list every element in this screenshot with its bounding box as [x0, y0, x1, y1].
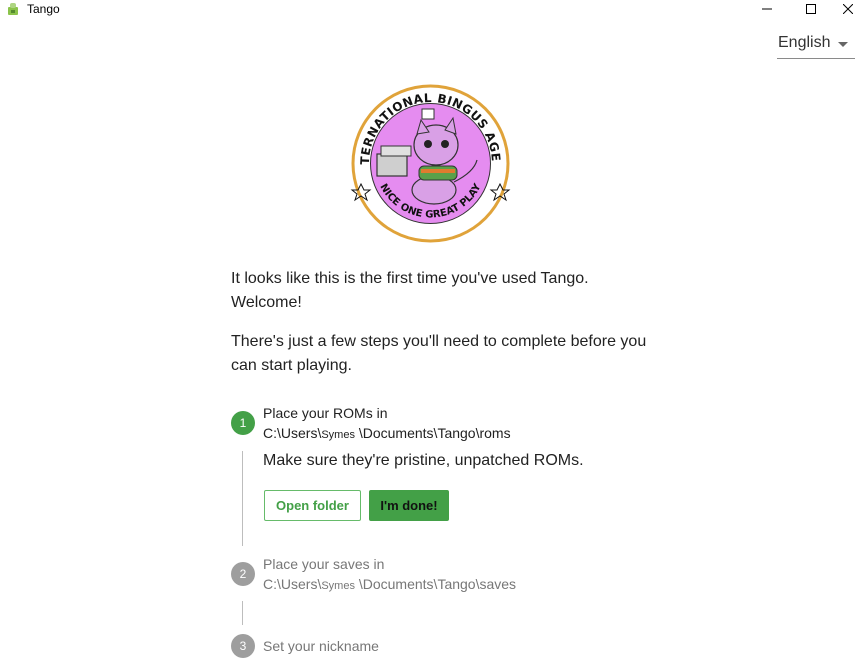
steps-intro-text: There's just a few steps you'll need to …: [231, 333, 647, 374]
path-prefix: C:\Users\: [263, 576, 322, 592]
close-icon: [843, 4, 853, 14]
close-button[interactable]: [832, 0, 864, 18]
maximize-button[interactable]: [788, 0, 834, 18]
minimize-icon: [762, 8, 772, 10]
language-select[interactable]: English: [777, 30, 855, 59]
tango-app-icon: [8, 3, 18, 15]
step-2-path: C:\Users\Symes \Documents\Tango\saves: [263, 574, 516, 596]
step-2-indicator: 2: [231, 562, 255, 586]
bingus-agency-logo: NINTERNATIONAL BINGUS AGENCY NICE ONE GR…: [349, 82, 511, 243]
path-prefix: C:\Users\: [263, 425, 322, 441]
path-username: Symes: [321, 580, 355, 592]
path-suffix: \Documents\Tango\saves: [354, 576, 517, 592]
open-folder-button[interactable]: Open folder: [264, 490, 361, 521]
welcome-text: It looks like this is the first time you…: [231, 270, 589, 311]
window-title: Tango: [27, 2, 60, 16]
step-2-label: Place your saves in: [263, 556, 385, 572]
step-3-indicator: 3: [231, 634, 255, 658]
step-connector: [242, 601, 243, 625]
step-1-indicator: 1: [231, 411, 255, 435]
step-1-path: C:\Users\Symes \Documents\Tango\roms: [263, 423, 511, 445]
title-bar: Tango: [0, 0, 864, 18]
language-selected-value: English: [778, 34, 831, 51]
done-button[interactable]: I'm done!: [369, 490, 449, 521]
step-3-title: Set your nickname: [263, 638, 379, 654]
step-1-label: Place your ROMs in: [263, 405, 388, 421]
path-username: Symes: [321, 429, 355, 441]
maximize-icon: [806, 4, 816, 14]
minimize-button[interactable]: [744, 0, 790, 18]
step-1-title: Place your ROMs in C:\Users\Symes \Docum…: [263, 403, 511, 445]
path-suffix: \Documents\Tango\roms: [354, 425, 511, 441]
step-2-title: Place your saves in C:\Users\Symes \Docu…: [263, 554, 516, 596]
step-connector: [242, 451, 243, 546]
app-window: Tango English NINTERNATIONAL BINGUS AGEN…: [0, 0, 864, 664]
caret-down-icon: [838, 42, 848, 47]
step-1-description: Make sure they're pristine, unpatched RO…: [263, 452, 584, 469]
